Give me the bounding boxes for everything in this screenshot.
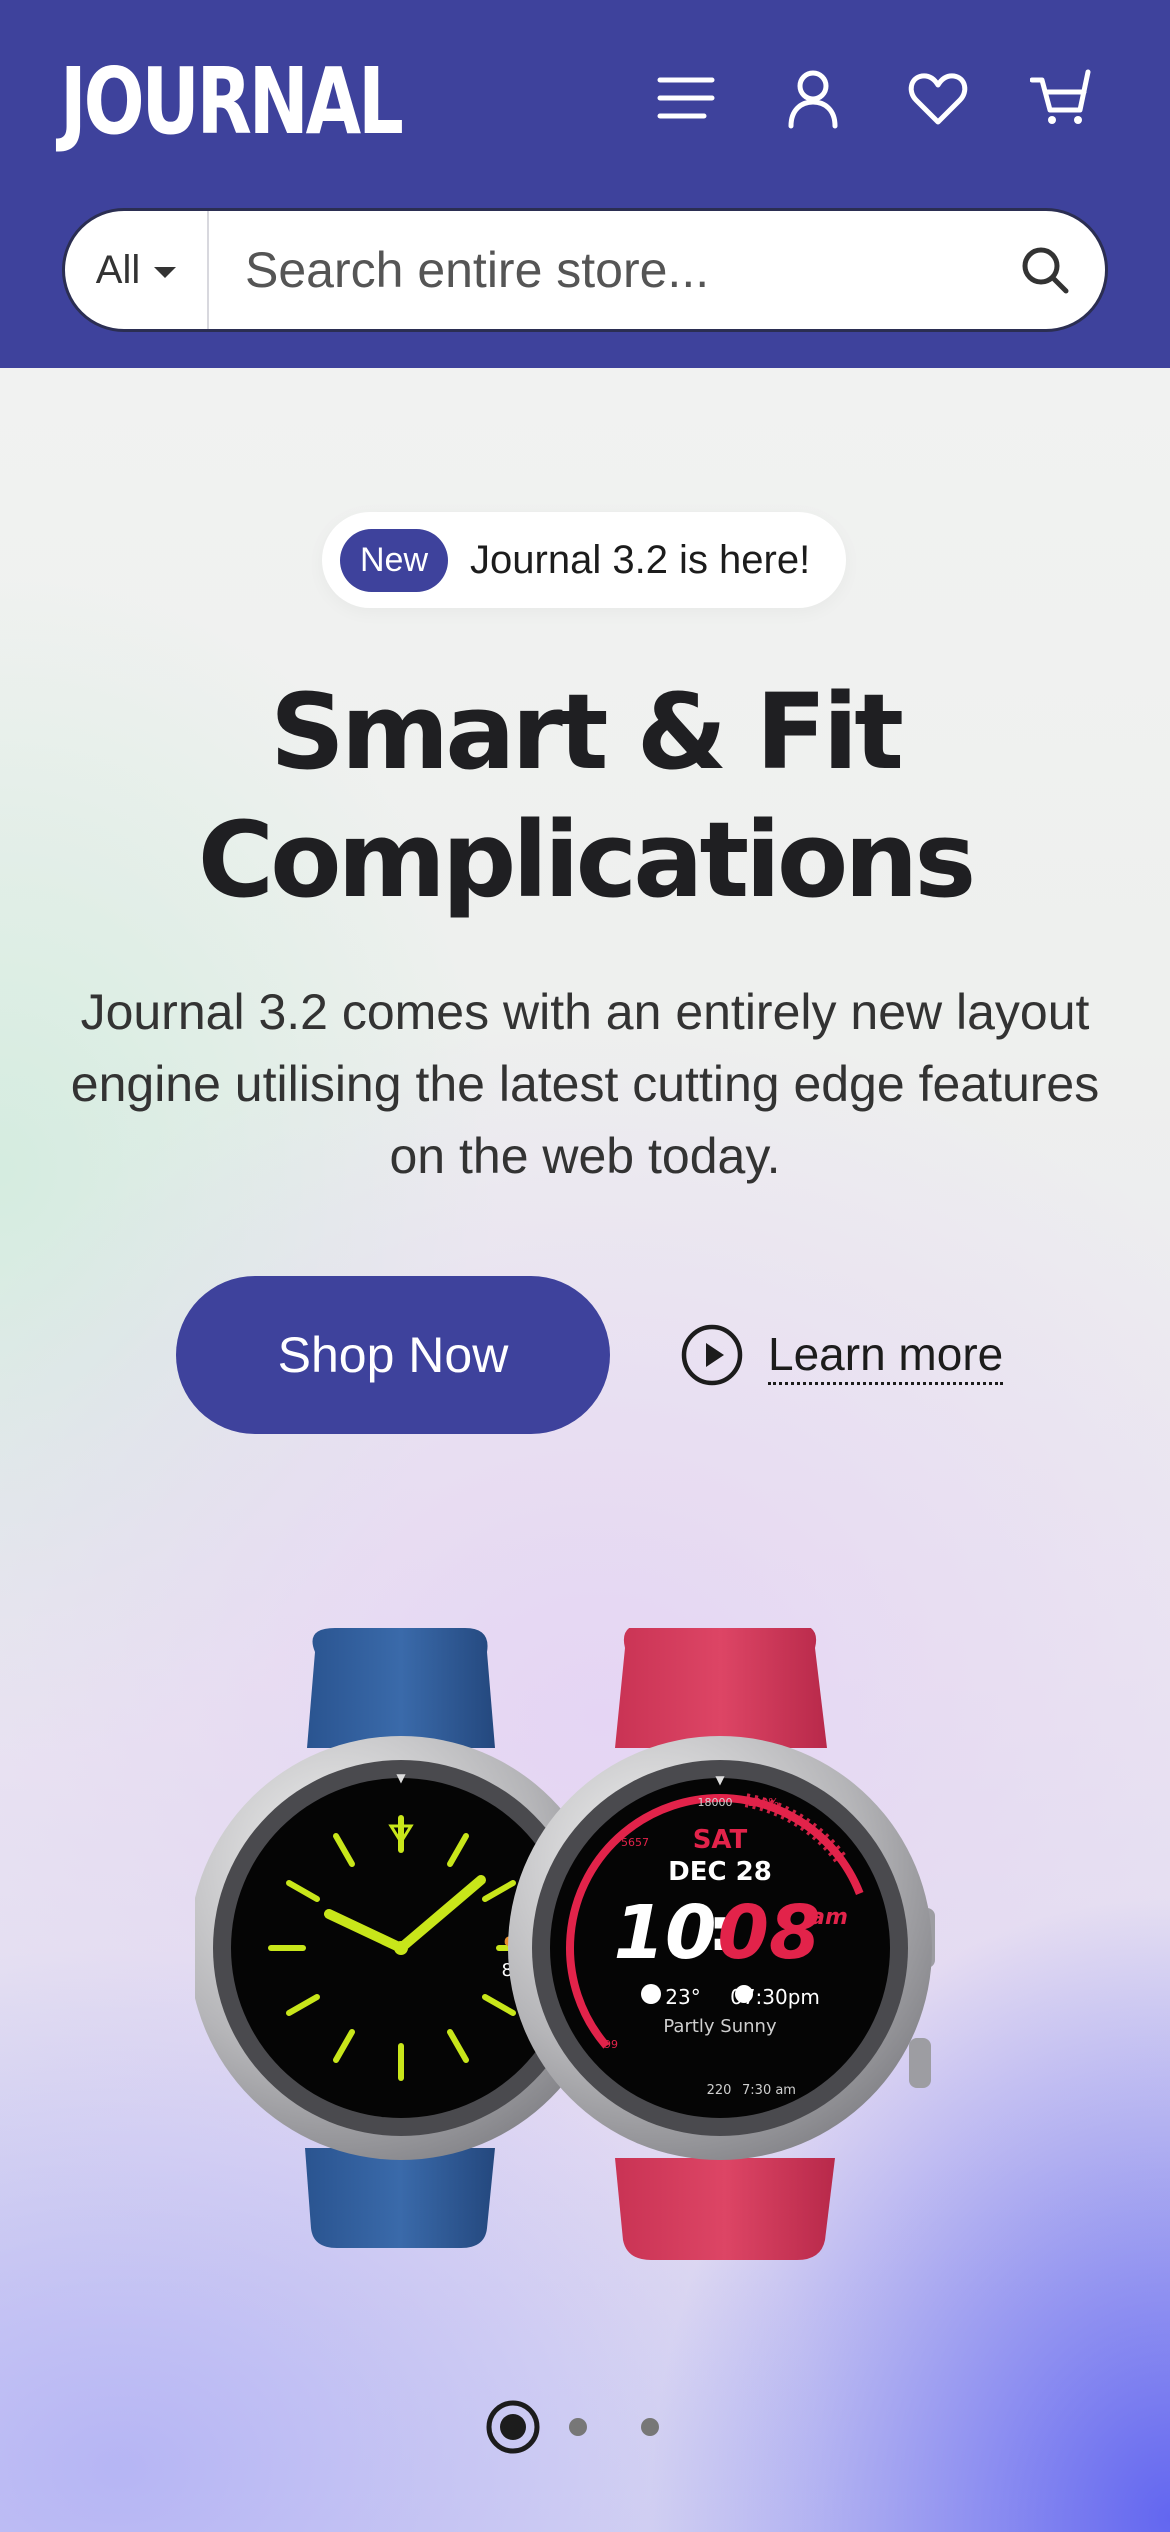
- search-icon: [1022, 247, 1069, 294]
- hero-title-line1: Smart & Fit: [270, 671, 904, 793]
- carousel-dot-1-active[interactable]: [484, 2398, 542, 2456]
- logo[interactable]: JOURNAL: [60, 56, 404, 148]
- svg-text:▼: ▼: [396, 1771, 406, 1785]
- svg-text:▼: ▼: [715, 1773, 725, 1787]
- watch-right: SAT DEC 28 10 : 08 am 23° 07:30pm Partly…: [508, 1628, 935, 2260]
- hero-description: Journal 3.2 comes with an entirely new l…: [70, 984, 1100, 1184]
- menu-icon[interactable]: [650, 62, 722, 134]
- learn-more-link[interactable]: Learn more: [680, 1320, 1004, 1390]
- hero-title-line2: Complications: [197, 799, 976, 921]
- watch-small-top-left: 5657: [621, 1836, 649, 1849]
- watch-bottom-left: 220: [707, 2083, 732, 2098]
- watch-weather: Partly Sunny: [663, 2016, 777, 2037]
- shop-now-button[interactable]: Shop Now: [176, 1276, 610, 1434]
- search-button[interactable]: [985, 211, 1105, 329]
- watch-date: DEC 28: [668, 1857, 772, 1887]
- carousel-pagination: [0, 2398, 1170, 2456]
- carousel-dot-3[interactable]: [614, 2398, 686, 2456]
- announcement-badge[interactable]: New Journal 3.2 is here!: [322, 512, 846, 608]
- watch-hours: 10: [614, 1890, 717, 1976]
- hero-slider: New Journal 3.2 is here! Smart & Fit Com…: [0, 368, 1170, 2532]
- chevron-down-icon: [154, 266, 177, 278]
- watch-battery: 100%: [747, 1796, 778, 1809]
- wishlist-icon[interactable]: [902, 62, 974, 134]
- watch-day: SAT: [693, 1825, 748, 1855]
- watch-temperature: 23°: [665, 1985, 700, 2009]
- watch-left-small: 99: [604, 2038, 618, 2051]
- search-bar: All: [62, 208, 1108, 332]
- learn-more-text: Learn more: [768, 1326, 1004, 1385]
- watch-bottom-right: 7:30 am: [742, 2083, 796, 2098]
- account-icon[interactable]: [777, 62, 849, 134]
- watch-steps: 18000: [698, 1796, 733, 1809]
- search-input[interactable]: [209, 211, 985, 329]
- new-pill: New: [340, 528, 449, 592]
- smartwatch-product-image: 89 ▼ SAT DEC 28 10 : 08 am 23° 07:30pm P…: [195, 1628, 935, 2260]
- badge-text: Journal 3.2 is here!: [470, 537, 811, 582]
- watch-minutes: 08: [718, 1890, 821, 1976]
- watch-meridiem: am: [810, 1905, 848, 1930]
- play-circle-icon: [681, 1324, 743, 1386]
- hero-title: Smart & Fit Complications: [0, 668, 1170, 924]
- site-header: JOURNAL All: [0, 0, 1170, 368]
- carousel-dot-2[interactable]: [542, 2398, 614, 2456]
- search-category-label: All: [95, 247, 141, 292]
- cart-icon[interactable]: [1026, 62, 1098, 134]
- search-category-select[interactable]: All: [65, 211, 209, 329]
